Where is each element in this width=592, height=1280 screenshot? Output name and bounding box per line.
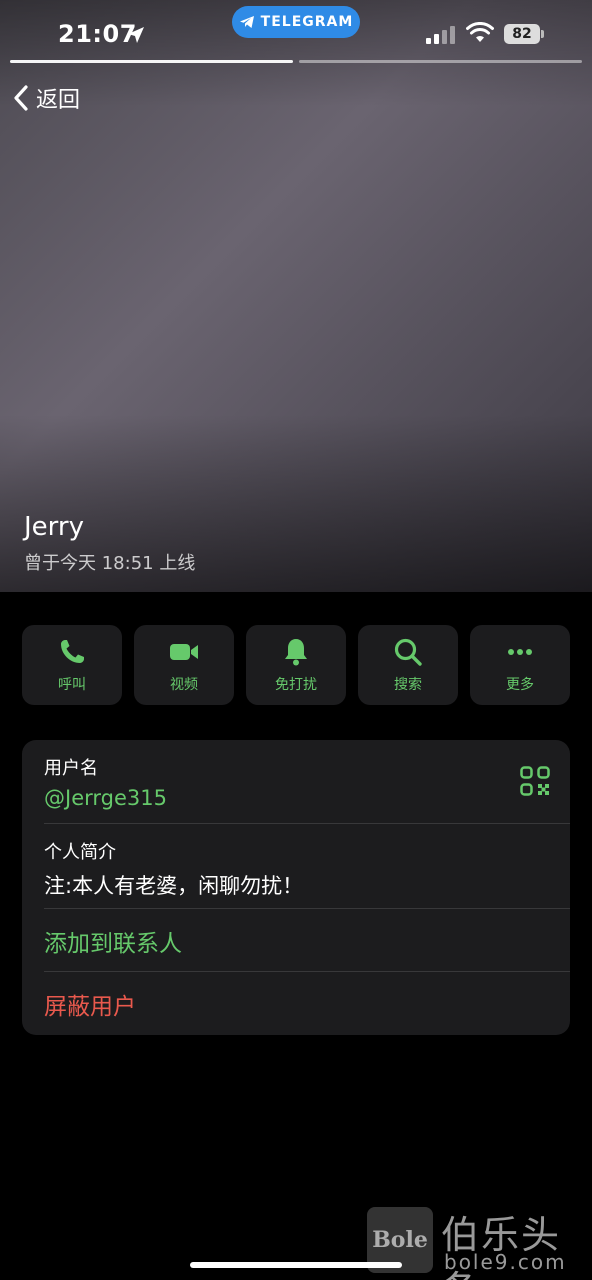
bio-row: 个人简介 注:本人有老婆，闲聊勿扰！ bbox=[44, 838, 570, 900]
profile-photo[interactable] bbox=[0, 0, 592, 592]
video-button[interactable]: 视频 bbox=[134, 625, 234, 705]
watermark-url: bole9.com bbox=[444, 1250, 567, 1274]
telegram-pill[interactable]: TELEGRAM bbox=[232, 6, 360, 38]
chevron-left-icon bbox=[14, 85, 28, 111]
telegram-pill-label: TELEGRAM bbox=[260, 14, 354, 30]
telegram-icon bbox=[239, 16, 254, 28]
divider bbox=[44, 823, 570, 824]
cellular-signal-icon bbox=[426, 26, 455, 44]
divider bbox=[44, 971, 570, 972]
location-arrow-icon bbox=[128, 27, 144, 43]
bell-icon bbox=[285, 639, 307, 666]
profile-name: Jerry bbox=[24, 512, 84, 542]
search-icon bbox=[394, 638, 422, 666]
username-row[interactable]: 用户名 @Jerrge315 bbox=[44, 754, 570, 810]
last-seen-status: 曾于今天 18:51 上线 bbox=[24, 553, 196, 574]
battery-nub bbox=[541, 30, 544, 38]
mute-button[interactable]: 免打扰 bbox=[246, 625, 346, 705]
status-bar: 21:07 TELEGRAM 82 bbox=[0, 0, 592, 60]
block-user-row[interactable]: 屏蔽用户 bbox=[44, 987, 570, 1021]
add-contact-row[interactable]: 添加到联系人 bbox=[44, 924, 570, 958]
wifi-icon bbox=[466, 22, 494, 42]
qr-code-icon[interactable] bbox=[520, 766, 550, 796]
call-label: 呼叫 bbox=[58, 677, 86, 693]
home-indicator[interactable] bbox=[190, 1262, 402, 1268]
block-user-button[interactable]: 屏蔽用户 bbox=[44, 987, 570, 1021]
info-card: 用户名 @Jerrge315 个人简介 注:本人有老婆，闲聊勿扰！ 添加到联系人… bbox=[22, 740, 570, 1035]
phone-icon bbox=[61, 640, 84, 663]
video-label: 视频 bbox=[170, 677, 198, 693]
profile-actions: 呼叫 视频 免打扰 搜索 更多 bbox=[22, 625, 570, 705]
more-icon bbox=[508, 649, 532, 655]
more-button[interactable]: 更多 bbox=[470, 625, 570, 705]
search-label: 搜索 bbox=[394, 677, 422, 693]
more-label: 更多 bbox=[506, 677, 534, 693]
call-button[interactable]: 呼叫 bbox=[22, 625, 122, 705]
photo-progress-bars bbox=[10, 60, 582, 63]
add-contact-button[interactable]: 添加到联系人 bbox=[44, 924, 570, 958]
battery-indicator: 82 bbox=[504, 24, 540, 44]
photo-progress-bar bbox=[299, 60, 582, 63]
back-button[interactable]: 返回 bbox=[12, 82, 80, 114]
divider bbox=[44, 908, 570, 909]
search-button[interactable]: 搜索 bbox=[358, 625, 458, 705]
username-label: 用户名 bbox=[44, 758, 98, 779]
bio-label: 个人简介 bbox=[44, 842, 116, 863]
bio-value: 注:本人有老婆，闲聊勿扰！ bbox=[44, 874, 304, 898]
username-value[interactable]: @Jerrge315 bbox=[44, 786, 570, 810]
video-icon bbox=[170, 644, 198, 660]
back-label: 返回 bbox=[36, 88, 81, 113]
photo-progress-bar bbox=[10, 60, 293, 63]
mute-label: 免打扰 bbox=[275, 677, 317, 693]
